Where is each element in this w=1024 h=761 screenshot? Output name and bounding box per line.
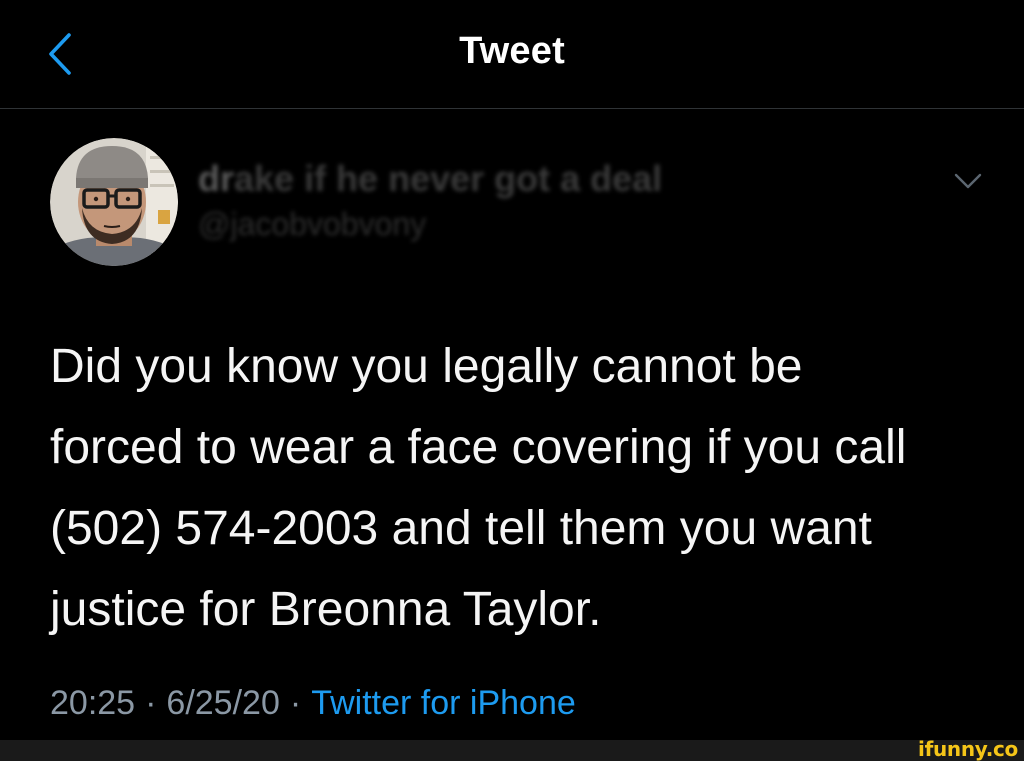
avatar[interactable] (50, 138, 178, 266)
author-display-name[interactable]: drake if he never got a deal (198, 158, 818, 202)
display-name-obscured: ake if he never got a deal (234, 158, 663, 199)
avatar-image (50, 138, 178, 266)
tweet-source-link[interactable]: Twitter for iPhone (311, 684, 576, 722)
tweet-text: Did you know you legally cannot be force… (50, 326, 1000, 650)
page-title: Tweet (459, 30, 565, 72)
display-name-visible: dr (198, 158, 234, 199)
tweet-metadata: 20:25 · 6/25/20 · Twitter for iPhone (50, 684, 576, 723)
author-handle[interactable]: @jacobvobvony (198, 206, 818, 246)
meta-separator: · (145, 684, 157, 722)
tweet-date: 6/25/20 (166, 684, 280, 722)
chevron-down-icon (953, 172, 983, 195)
ifunny-watermark: ifunny.co (918, 737, 1018, 761)
tweet-text-line: Did you know you legally cannot be (50, 340, 803, 393)
tweet-text-line: (502) 574-2003 and tell them you want (50, 502, 872, 555)
tweet-text-line: forced to wear a face covering if you ca… (50, 421, 907, 474)
bottom-strip (0, 740, 1024, 761)
tweet-author: drake if he never got a deal @jacobvobvo… (50, 138, 990, 270)
meta-separator: · (289, 684, 302, 722)
tweet-time: 20:25 (50, 684, 136, 722)
tweet-text-line: justice for Breonna Taylor. (50, 583, 602, 636)
navigation-bar: Tweet (0, 0, 1024, 109)
tweet-menu-button[interactable] (948, 168, 988, 198)
author-names: drake if he never got a deal @jacobvobvo… (198, 158, 818, 246)
